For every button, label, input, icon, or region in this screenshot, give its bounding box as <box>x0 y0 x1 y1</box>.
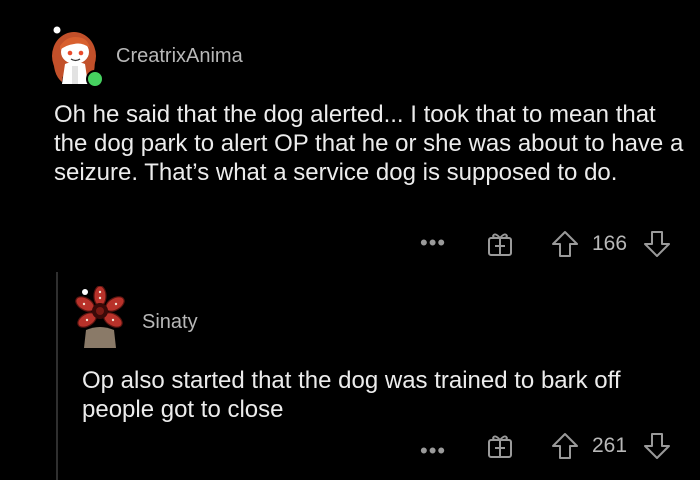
award-button[interactable] <box>486 432 514 460</box>
thread-line[interactable] <box>56 272 58 480</box>
more-options-icon: ••• <box>420 438 447 463</box>
online-status-indicator <box>86 70 104 88</box>
avatar[interactable] <box>74 285 126 348</box>
comment-body: Op also started that the dog was trained… <box>82 367 621 423</box>
downvote-button[interactable] <box>642 431 672 461</box>
comment-body: Oh he said that the dog alerted... I too… <box>54 101 684 186</box>
arrow-up-icon <box>552 231 578 257</box>
award-button[interactable] <box>486 230 514 258</box>
vote-score: 261 <box>592 434 628 457</box>
gift-icon <box>488 233 512 256</box>
arrow-down-icon <box>644 433 670 459</box>
username[interactable]: CreatrixAnima <box>116 45 243 68</box>
upvote-button[interactable] <box>550 431 580 461</box>
downvote-button[interactable] <box>642 229 672 259</box>
upvote-button[interactable] <box>550 229 580 259</box>
gift-icon <box>488 435 512 458</box>
avatar-demogorgon-icon <box>75 285 125 348</box>
arrow-down-icon <box>644 231 670 257</box>
username[interactable]: Sinaty <box>142 311 198 334</box>
more-options-button[interactable]: ••• <box>420 230 447 255</box>
more-options-icon: ••• <box>420 230 447 255</box>
vote-score: 166 <box>592 232 628 255</box>
more-options-button[interactable]: ••• <box>420 438 447 463</box>
arrow-up-icon <box>552 433 578 459</box>
